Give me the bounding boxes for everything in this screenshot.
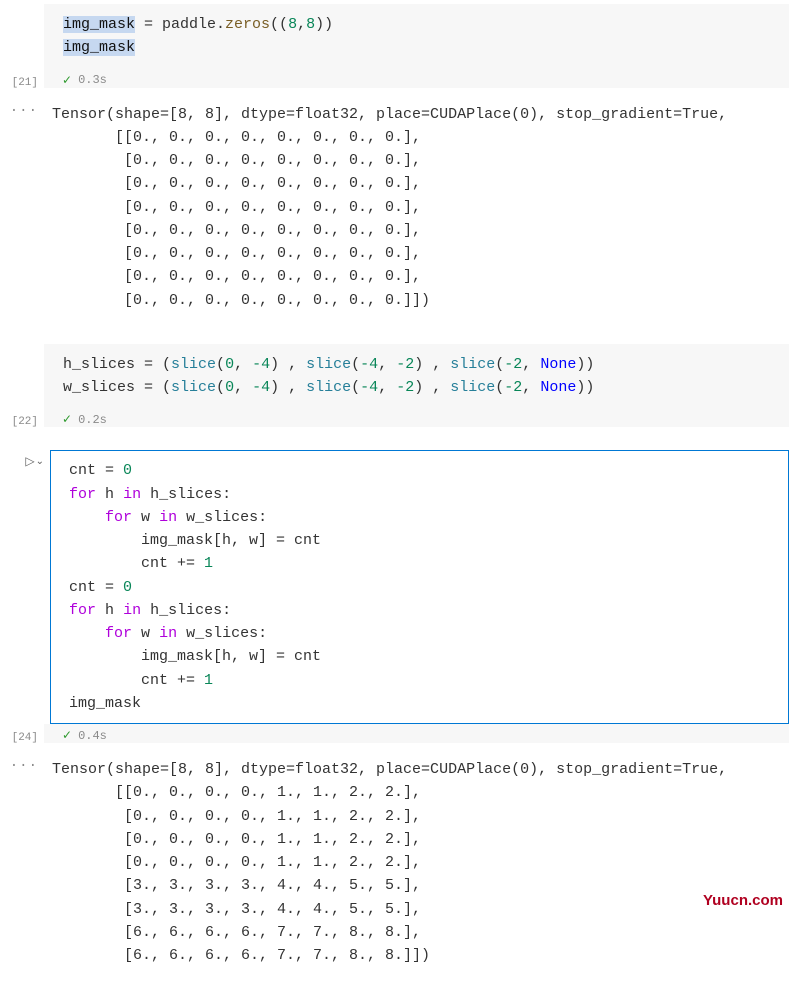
output-text: Tensor(shape=[8, 8], dtype=float32, plac… <box>52 758 783 967</box>
check-icon: ✓ <box>62 412 72 427</box>
cell-24-status: [24] ✓ 0.4s <box>0 724 795 744</box>
exec-time: 0.2s <box>78 413 107 427</box>
status-line: ✓ 0.4s <box>62 728 789 743</box>
selection: img_mask <box>63 39 135 56</box>
cell-22: h_slices = (slice(0, -4) , slice(-4, -2)… <box>0 344 795 409</box>
selection: img_mask <box>63 16 135 33</box>
exec-time: 0.4s <box>78 729 107 743</box>
notebook: img_mask = paddle.zeros((8,8)) img_mask … <box>0 0 795 987</box>
status-line: ✓ 0.2s <box>62 412 789 427</box>
code-content[interactable]: img_mask = paddle.zeros((8,8)) img_mask <box>63 13 776 60</box>
cell-21: img_mask = paddle.zeros((8,8)) img_mask <box>0 4 795 69</box>
code-content[interactable]: cnt = 0 for h in h_slices: for w in w_sl… <box>69 459 776 715</box>
watermark: Yuucn.com <box>703 892 783 909</box>
check-icon: ✓ <box>62 728 72 743</box>
cell-number: [24] <box>0 724 44 744</box>
output-24: ··· Tensor(shape=[8, 8], dtype=float32, … <box>0 752 795 977</box>
cell-24: ▷⌄ cnt = 0 for h in h_slices: for w in w… <box>0 450 795 724</box>
output-gutter: ··· <box>0 752 44 774</box>
output-block: Tensor(shape=[8, 8], dtype=float32, plac… <box>44 97 795 322</box>
play-icon[interactable]: ▷ <box>25 456 34 468</box>
status-line: ✓ 0.3s <box>62 73 789 88</box>
code-block[interactable]: img_mask = paddle.zeros((8,8)) img_mask <box>44 4 789 69</box>
output-21: ··· Tensor(shape=[8, 8], dtype=float32, … <box>0 97 795 322</box>
chevron-down-icon[interactable]: ⌄ <box>36 456 44 468</box>
cell-21-status: [21] ✓ 0.3s <box>0 69 795 89</box>
code-block[interactable]: cnt = 0 for h in h_slices: for w in w_sl… <box>50 450 789 724</box>
exec-time: 0.3s <box>78 73 107 87</box>
cell-number: [21] <box>0 69 44 89</box>
output-text: Tensor(shape=[8, 8], dtype=float32, plac… <box>52 103 783 312</box>
check-icon: ✓ <box>62 73 72 88</box>
cell-gutter <box>0 344 44 350</box>
cell-number: [22] <box>0 408 44 428</box>
cell-gutter <box>0 4 44 10</box>
run-gutter: ▷⌄ <box>0 450 50 468</box>
cell-22-status: [22] ✓ 0.2s <box>0 408 795 428</box>
output-gutter: ··· <box>0 97 44 119</box>
code-content[interactable]: h_slices = (slice(0, -4) , slice(-4, -2)… <box>63 353 776 400</box>
ellipsis-icon[interactable]: ··· <box>10 758 38 774</box>
output-block: Tensor(shape=[8, 8], dtype=float32, plac… <box>44 752 795 977</box>
ellipsis-icon[interactable]: ··· <box>10 103 38 119</box>
code-block[interactable]: h_slices = (slice(0, -4) , slice(-4, -2)… <box>44 344 789 409</box>
